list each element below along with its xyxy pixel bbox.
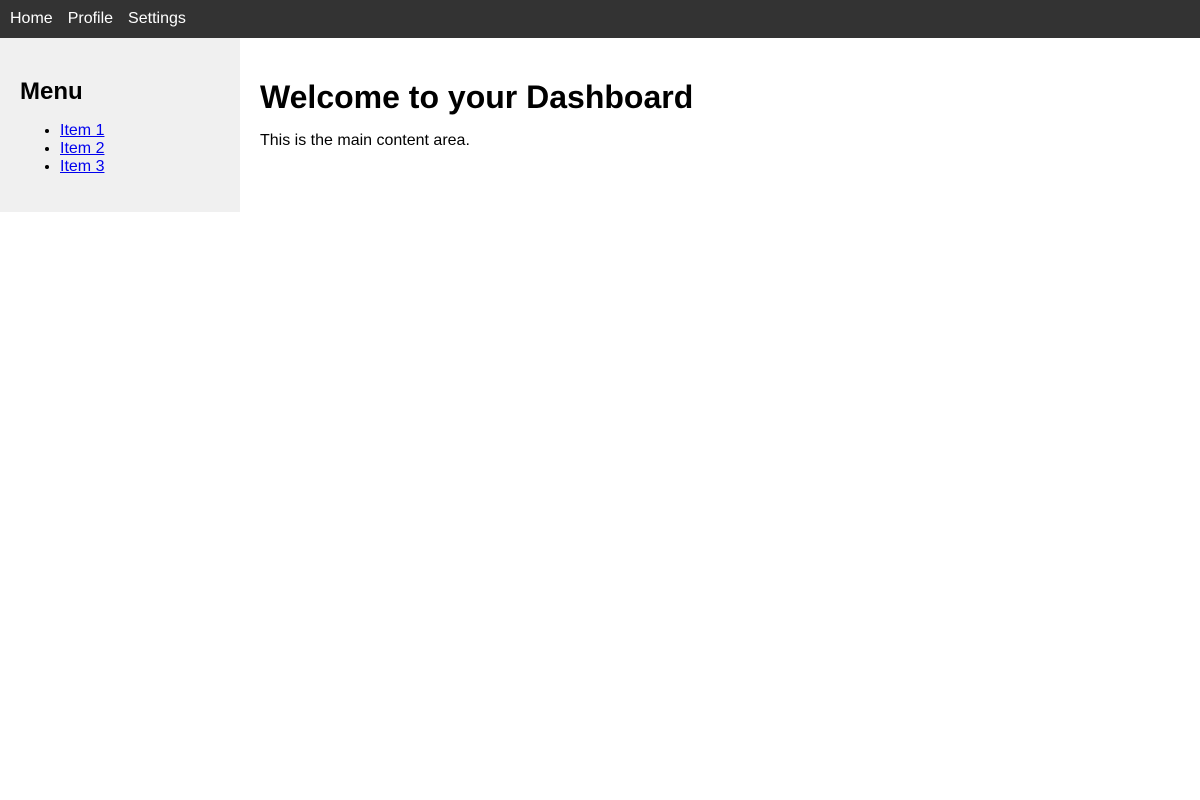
sidebar-link-item-1[interactable]: Item 1 [60, 122, 104, 139]
nav-link-home[interactable]: Home [10, 0, 53, 38]
sidebar: Menu Item 1 Item 2 Item 3 [0, 38, 240, 212]
main-content-text: This is the main content area. [260, 132, 470, 149]
sidebar-item: Item 2 [60, 140, 220, 158]
sidebar-link-item-3[interactable]: Item 3 [60, 158, 104, 175]
nav-link-profile[interactable]: Profile [68, 0, 113, 38]
nav-link-settings[interactable]: Settings [128, 0, 186, 38]
sidebar-menu-list: Item 1 Item 2 Item 3 [20, 122, 220, 176]
sidebar-item: Item 3 [60, 158, 220, 176]
page-title: Welcome to your Dashboard [260, 79, 694, 115]
top-navigation-bar: Home Profile Settings [0, 0, 1200, 38]
page-layout: Menu Item 1 Item 2 Item 3 Welcome to you… [0, 38, 1200, 212]
sidebar-item: Item 1 [60, 122, 220, 140]
main-content: Welcome to your Dashboard This is the ma… [240, 38, 1200, 170]
sidebar-link-item-2[interactable]: Item 2 [60, 140, 104, 157]
sidebar-title: Menu [20, 78, 83, 105]
